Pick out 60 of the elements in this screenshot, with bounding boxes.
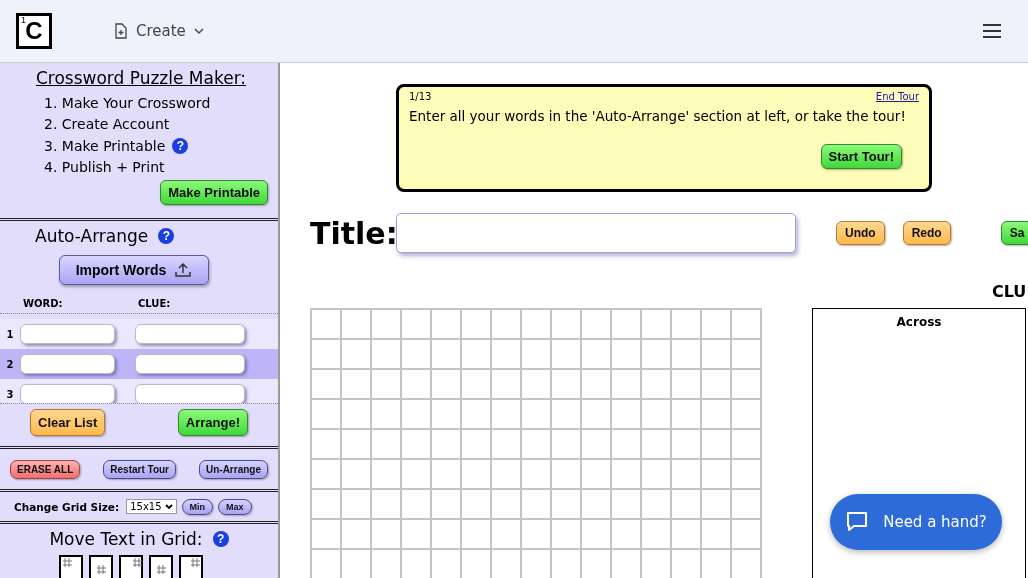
word-row[interactable]: 3 [0,379,278,403]
start-tour-button[interactable]: Start Tour! [820,144,902,169]
clue-input[interactable] [135,324,245,344]
grid-size-button[interactable]: Max [218,498,252,515]
step-text: 4. Publish + Print [44,159,165,176]
row-number: 3 [5,388,15,400]
move-text-icon[interactable] [59,555,83,578]
menu-icon[interactable] [982,23,1002,39]
tour-message: Enter all your words in the 'Auto-Arrange' section at left, or take the tour! [409,108,907,124]
row-number: 2 [5,358,15,370]
clue-input[interactable] [135,384,245,403]
end-tour-link[interactable]: End Tour [875,91,919,102]
step-text: 3. Make Printable [44,137,166,154]
clue-input[interactable] [135,354,245,374]
chat-bubble-icon [845,511,870,533]
upload-icon [174,262,193,278]
clear-list-button[interactable]: Clear List [30,409,106,436]
toolbar-button[interactable]: Sa [1000,221,1028,245]
move-text-icon[interactable] [179,555,203,578]
grid-size-label: Change Grid Size: [14,500,120,513]
word-input[interactable] [20,384,115,403]
column-header: WORD: [23,298,63,309]
step-text: 2. Create Account [44,116,170,133]
across-heading: Across [895,315,943,329]
section-title: Crossword Puzzle Maker: [34,68,248,88]
crossword-grid[interactable] [310,308,762,578]
help-chat-button[interactable]: Need a hand? [830,494,1002,550]
arrange-button[interactable]: Arrange! [177,409,248,436]
action-button[interactable]: Un-Arrange [198,459,268,479]
move-text-icon[interactable] [149,555,173,578]
column-header: CLUE: [138,298,171,309]
help-icon[interactable]: ? [158,228,175,244]
help-icon[interactable]: ? [172,137,189,154]
word-row[interactable]: 2 [0,349,278,379]
make-printable-button[interactable]: Make Printable [160,180,268,205]
create-menu[interactable]: Create [114,22,204,40]
word-input[interactable] [20,324,115,344]
clues-heading: CLU [991,281,1028,303]
word-row[interactable]: 1 [0,319,278,349]
import-words-button[interactable]: Import Words [58,255,210,285]
action-button[interactable]: ERASE ALL [10,459,81,479]
help-icon[interactable]: ? [212,531,229,547]
grid-size-button[interactable]: Min [181,498,214,515]
title-label: Title: [310,215,396,251]
step-text: 1. Make Your Crossword [44,94,211,111]
document-plus-icon [114,23,128,39]
row-number: 1 [5,328,15,340]
toolbar-button[interactable]: Undo [836,221,885,245]
chevron-down-icon [164,503,173,510]
section-title: Auto-Arrange [35,226,149,246]
section-title: Move Text in Grid: [49,529,203,549]
action-button[interactable]: Restart Tour [103,459,176,479]
move-text-icon[interactable] [89,555,113,578]
chevron-down-icon [193,27,204,35]
toolbar-button[interactable]: Redo [902,221,951,245]
title-input[interactable] [396,213,796,253]
grid-size-select[interactable]: 15x15 [126,499,177,514]
word-input[interactable] [20,354,115,374]
move-text-icon[interactable] [119,555,143,578]
tour-step-counter: 1/13 [409,91,432,102]
